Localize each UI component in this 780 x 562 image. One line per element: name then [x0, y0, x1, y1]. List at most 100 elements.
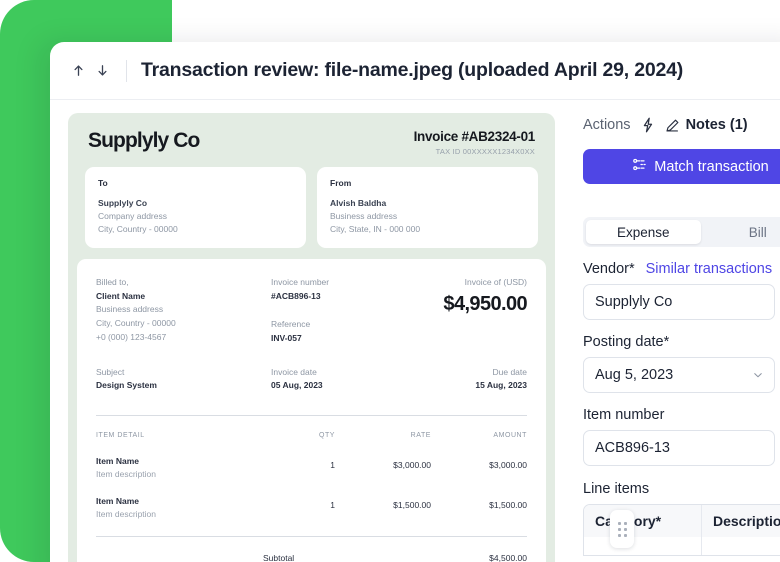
invoice-sheet: Billed to, Client Name Business address …	[77, 259, 546, 562]
reference-value: INV-057	[271, 333, 302, 344]
invoice-brand-bar: Supplyly Co Invoice #AB2324-01 TAX ID 00…	[68, 113, 555, 167]
posting-date-select[interactable]: Aug 5, 2023	[583, 357, 775, 393]
items-col-qty: QTY	[318, 431, 335, 439]
subtotal-row: Subtotal $4,500.00	[96, 537, 527, 562]
item-amount: $1,500.00	[489, 500, 527, 511]
arrow-down-icon[interactable]	[90, 59, 114, 83]
drag-dots-icon	[617, 521, 627, 537]
subject-label: Subject	[96, 366, 125, 377]
billed-to-block: Billed to, Client Name Business address …	[96, 276, 271, 345]
item-number-input[interactable]: ACB896-13	[583, 430, 775, 466]
billed-to-name: Client Name	[96, 290, 146, 301]
invoice-amount-label: Invoice of (USD)	[464, 277, 527, 288]
overview-label: O	[583, 193, 780, 211]
party-address-line: Business address	[330, 210, 398, 221]
party-name: Supplyly Co	[98, 198, 148, 208]
similar-transactions-link[interactable]: Similar transactions	[646, 261, 773, 277]
lightning-bolt-icon[interactable]	[641, 117, 655, 133]
item-description: Item description	[96, 468, 156, 479]
item-number-value: ACB896-13	[595, 440, 670, 456]
line-items-cell-category[interactable]	[584, 537, 702, 555]
subject-value: Design System	[96, 380, 157, 391]
party-address-line: City, Country - 00000	[98, 223, 178, 234]
invoice-number-label: Invoice number	[271, 277, 330, 288]
arrow-up-icon[interactable]	[66, 59, 90, 83]
actions-row: Actions Notes (1)	[583, 114, 780, 136]
record-type-segmented-control[interactable]: Expense Bill	[583, 217, 780, 247]
due-date-label: Due date	[492, 366, 528, 377]
line-items-col-category: Category*	[584, 505, 702, 537]
invoice-meta: Invoice #AB2324-01 TAX ID 00XXXXX1234X0X…	[413, 129, 536, 156]
vendor-field-block: Vendor* Similar transactions Supplyly Co	[583, 261, 780, 320]
party-label: From	[330, 178, 352, 188]
line-items-label: Line items	[583, 481, 650, 497]
invoice-document: Supplyly Co Invoice #AB2324-01 TAX ID 00…	[68, 113, 555, 562]
segment-bill[interactable]: Bill	[701, 220, 780, 244]
party-name: Alvish Baldha	[330, 198, 387, 208]
vendor-label: Vendor*	[583, 261, 635, 277]
notes-label[interactable]: Notes (1)	[686, 117, 748, 133]
billed-to-line: City, Country - 00000	[96, 318, 176, 329]
match-transaction-label: Match transaction	[654, 158, 769, 175]
item-description: Item description	[96, 509, 156, 520]
posting-date-value: Aug 5, 2023	[595, 367, 674, 383]
items-col-rate: RATE	[410, 431, 431, 439]
chevron-down-icon	[752, 369, 764, 381]
actions-label: Actions	[583, 117, 631, 133]
billed-to-line: Business address	[96, 304, 164, 315]
invoice-amount-block: Invoice of (USD) $4,950.00	[431, 276, 527, 345]
invoice-number-block: Invoice number #ACB896-13 Reference INV-…	[271, 276, 431, 345]
due-date-value: 15 Aug, 2023	[475, 380, 527, 391]
page-title: Transaction review: file-name.jpeg (uplo…	[141, 59, 684, 81]
subtotal-value: $4,500.00	[489, 552, 527, 562]
item-rate: $1,500.00	[393, 500, 431, 511]
item-name: Item Name	[96, 455, 139, 466]
item-amount: $3,000.00	[489, 459, 527, 470]
match-transaction-button[interactable]: Match transaction	[583, 149, 780, 184]
reference-block: Reference INV-057	[271, 318, 431, 345]
posting-date-field-block: Posting date* Aug 5, 2023	[583, 334, 780, 393]
subtotal-label: Subtotal	[263, 552, 295, 562]
invoice-tax-id: TAX ID 00XXXXX1234X0XX	[435, 147, 535, 156]
vendor-input-value: Supplyly Co	[595, 294, 673, 310]
due-date-block: Due date 15 Aug, 2023	[431, 366, 527, 393]
item-number-field-block: Item number ACB896-13	[583, 407, 780, 466]
line-items-cell-description[interactable]	[702, 537, 780, 555]
vendor-input[interactable]: Supplyly Co	[583, 284, 775, 320]
window-header: Transaction review: file-name.jpeg (uplo…	[50, 42, 780, 100]
party-label: To	[98, 178, 108, 188]
items-table-header: ITEM DETAIL QTY RATE AMOUNT	[96, 414, 527, 449]
party-address-line: Company address	[98, 210, 167, 221]
invoice-number-value: #ACB896-13	[271, 290, 321, 301]
transaction-form-pane: Actions Notes (1) Match transaction Expe…	[568, 100, 780, 562]
reference-label: Reference	[271, 319, 311, 330]
items-col-amount: AMOUNT	[493, 431, 527, 439]
invoice-preview-pane: Supplyly Co Invoice #AB2324-01 TAX ID 00…	[50, 100, 568, 562]
item-number-label: Item number	[583, 407, 665, 423]
window-body: Supplyly Co Invoice #AB2324-01 TAX ID 00…	[50, 100, 780, 562]
match-branch-icon	[632, 157, 647, 176]
invoice-dates-row: Subject Design System Invoice date 05 Au…	[96, 366, 527, 393]
line-items-col-description: Description	[713, 513, 780, 529]
billed-to-label: Billed to,	[96, 277, 129, 288]
party-address-line: City, State, IN - 000 000	[330, 223, 421, 234]
invoice-amount-value: $4,950.00	[443, 292, 527, 315]
item-name: Item Name	[96, 496, 139, 507]
party-box-to: To Supplyly Co Company address City, Cou…	[85, 167, 306, 249]
pane-resize-handle[interactable]	[610, 510, 634, 548]
party-row: To Supplyly Co Company address City, Cou…	[68, 167, 555, 249]
pencil-icon[interactable]	[665, 118, 680, 133]
invoice-summary-row: Billed to, Client Name Business address …	[96, 276, 528, 345]
segment-expense[interactable]: Expense	[586, 220, 701, 244]
app-window: Transaction review: file-name.jpeg (uplo…	[50, 42, 780, 562]
subject-block: Subject Design System	[96, 366, 271, 393]
billed-to-phone: +0 (000) 123-4567	[96, 331, 167, 342]
table-row: Item Name Item description 1 $1,500.00 $…	[96, 489, 527, 529]
invoice-number-heading: Invoice #AB2324-01	[413, 129, 536, 144]
table-row: Item Name Item description 1 $3,000.00 $…	[96, 449, 527, 489]
header-divider	[126, 59, 127, 82]
party-box-from: From Alvish Baldha Business address City…	[317, 167, 538, 249]
posting-date-label: Posting date*	[583, 334, 670, 350]
invoice-date-block: Invoice date 05 Aug, 2023	[271, 366, 431, 393]
invoice-logo: Supplyly Co	[88, 129, 200, 152]
